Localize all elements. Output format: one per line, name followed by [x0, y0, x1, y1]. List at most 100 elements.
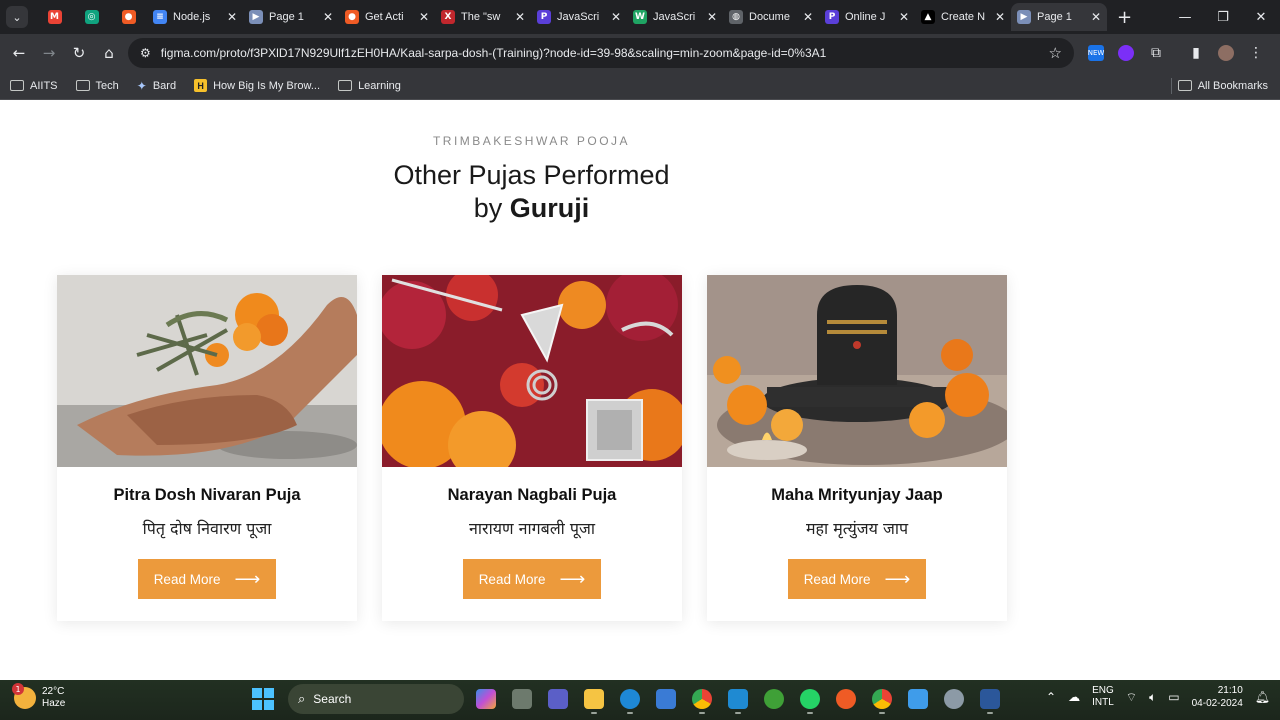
tab-search-icon[interactable]: ⌄ [6, 6, 28, 28]
browser-tab[interactable]: M [36, 3, 73, 31]
side-panel-icon[interactable]: ▮ [1188, 45, 1204, 61]
edge-icon[interactable] [616, 684, 644, 714]
tab-title: JavaScri [557, 11, 600, 23]
system-tray: ⌃ ☁ ENG INTL ⌔ 🔈︎ ▭ 21:10 04-02-2024 🔔︎ [1046, 684, 1270, 710]
card-image-silver-offerings [382, 275, 682, 467]
bookmark-bard[interactable]: ✦ Bard [137, 79, 176, 93]
weather-text: 22°C Haze [42, 686, 65, 710]
back-icon[interactable]: ← [4, 44, 34, 62]
bookmark-label: AIITS [30, 79, 58, 92]
close-tab-icon[interactable]: ✕ [515, 10, 525, 24]
chatgpt-icon: ◎ [84, 10, 99, 24]
teams-icon[interactable] [544, 684, 572, 714]
heading-bold: Guruji [509, 193, 590, 223]
browser-tab[interactable]: P JavaScri ✕ [531, 3, 627, 31]
browser-tab[interactable]: ≡ Node.js ✕ [147, 3, 243, 31]
browser-toolbar: ← → ↻ ⌂ ⚙ figma.com/proto/f3PXlD17N929Ul… [0, 34, 1280, 72]
forward-icon[interactable]: → [34, 44, 64, 62]
browser-tab[interactable]: ● [110, 3, 147, 31]
postman-icon: ● [345, 10, 359, 24]
word-icon[interactable] [976, 684, 1004, 714]
onedrive-icon[interactable]: ☁ [1068, 690, 1080, 704]
x-icon: X [441, 10, 455, 24]
notification-bell-icon[interactable]: 🔔︎ [1255, 690, 1270, 704]
close-tab-icon[interactable]: ✕ [995, 10, 1005, 24]
extensions-puzzle-icon[interactable]: ⧉ [1148, 45, 1164, 61]
language-indicator[interactable]: ENG INTL [1092, 685, 1114, 709]
card-subtitle-hindi: पितृ दोष निवारण पूजा [142, 519, 272, 538]
postman-icon[interactable] [832, 684, 860, 714]
close-tab-icon[interactable]: ✕ [227, 10, 237, 24]
browser-tab[interactable]: P Online J ✕ [819, 3, 915, 31]
minimize-icon[interactable]: — [1166, 0, 1204, 34]
all-bookmarks[interactable]: All Bookmarks [1177, 79, 1268, 92]
tab-title: Get Acti [365, 11, 404, 23]
close-tab-icon[interactable]: ✕ [1091, 10, 1101, 24]
card-image-shivling [707, 275, 1007, 467]
pluralsight-icon: P [537, 10, 551, 24]
close-tab-icon[interactable]: ✕ [419, 10, 429, 24]
chrome-active-icon[interactable] [868, 684, 896, 714]
new-tab-icon[interactable]: + [1117, 7, 1132, 28]
weather-widget[interactable]: 1 22°C Haze [12, 683, 65, 710]
bookmark-tech[interactable]: Tech [75, 80, 119, 92]
read-more-button[interactable]: Read More ⟶ [463, 559, 601, 599]
weather-temp: 22°C [42, 686, 65, 697]
browser-tab[interactable]: ▶ Page 1 ✕ [243, 3, 339, 31]
extension-circle-icon[interactable] [1118, 45, 1134, 61]
browser-tab[interactable]: ▶ Page 1 ✕ [1011, 3, 1107, 31]
browser-tab[interactable]: ● Get Acti ✕ [339, 3, 435, 31]
read-more-button[interactable]: Read More ⟶ [138, 559, 276, 599]
page-content: TRIMBAKESHWAR POOJA Other Pujas Performe… [0, 101, 1280, 680]
extension-new-icon[interactable]: NEW [1088, 45, 1104, 61]
tab-title: JavaScri [653, 11, 696, 23]
clock[interactable]: 21:10 04-02-2024 [1192, 684, 1243, 710]
whatsapp-icon[interactable] [796, 684, 824, 714]
chrome-icon[interactable] [688, 684, 716, 714]
url-text[interactable]: figma.com/proto/f3PXlD17N929Ulf1zEH0HA/K… [161, 46, 827, 60]
battery-icon[interactable]: ▭ [1168, 690, 1179, 704]
bookmark-star-icon[interactable]: ☆ [1049, 44, 1062, 62]
browser-tab[interactable]: W JavaScri ✕ [627, 3, 723, 31]
task-view-icon[interactable] [508, 684, 536, 714]
restore-icon[interactable]: ❐ [1204, 0, 1242, 34]
reload-icon[interactable]: ↻ [64, 44, 94, 62]
vscode-icon[interactable] [724, 684, 752, 714]
close-tab-icon[interactable]: ✕ [899, 10, 909, 24]
chevron-up-icon[interactable]: ⌃ [1046, 690, 1056, 704]
card-title: Pitra Dosh Nivaran Puja [113, 486, 301, 504]
windows-start-icon[interactable] [252, 688, 274, 710]
taskbar-search[interactable]: ⌕ Search [288, 684, 464, 714]
arrow-right-icon: ⟶ [559, 568, 586, 589]
close-tab-icon[interactable]: ✕ [323, 10, 333, 24]
browser-tab[interactable]: ◎ [73, 3, 110, 31]
close-window-icon[interactable]: ✕ [1242, 0, 1280, 34]
mongodb-icon[interactable] [760, 684, 788, 714]
tab-title: Docume [749, 11, 790, 23]
profile-avatar[interactable] [1218, 45, 1234, 61]
wifi-icon[interactable]: ⌔ [1126, 690, 1137, 705]
notepad-icon[interactable] [904, 684, 932, 714]
site-info-icon[interactable]: ⚙ [140, 46, 151, 60]
address-bar[interactable]: ⚙ figma.com/proto/f3PXlD17N929Ulf1zEH0HA… [128, 38, 1074, 68]
copilot-icon[interactable] [472, 684, 500, 714]
close-tab-icon[interactable]: ✕ [707, 10, 717, 24]
close-tab-icon[interactable]: ✕ [611, 10, 621, 24]
browser-tab[interactable]: ◍ Docume ✕ [723, 3, 819, 31]
store-icon[interactable] [652, 684, 680, 714]
home-icon[interactable]: ⌂ [94, 44, 124, 62]
bookmark-aiits[interactable]: AIITS [10, 80, 58, 92]
close-tab-icon[interactable]: ✕ [803, 10, 813, 24]
bookmark-learning[interactable]: Learning [338, 80, 401, 92]
folder-icon [1177, 80, 1192, 91]
browser-tab[interactable]: X The "sw ✕ [435, 3, 531, 31]
file-explorer-icon[interactable] [580, 684, 608, 714]
taskbar-apps: ⌕ Search [252, 684, 1004, 714]
volume-icon[interactable]: 🔈︎ [1149, 690, 1156, 705]
all-bookmarks-label: All Bookmarks [1197, 79, 1268, 92]
browser-tab[interactable]: ▲ Create N ✕ [915, 3, 1011, 31]
bookmark-how-big[interactable]: H How Big Is My Brow... [194, 79, 320, 92]
settings-icon[interactable] [940, 684, 968, 714]
more-menu-icon[interactable]: ⋮ [1248, 45, 1264, 61]
read-more-button[interactable]: Read More ⟶ [788, 559, 926, 599]
